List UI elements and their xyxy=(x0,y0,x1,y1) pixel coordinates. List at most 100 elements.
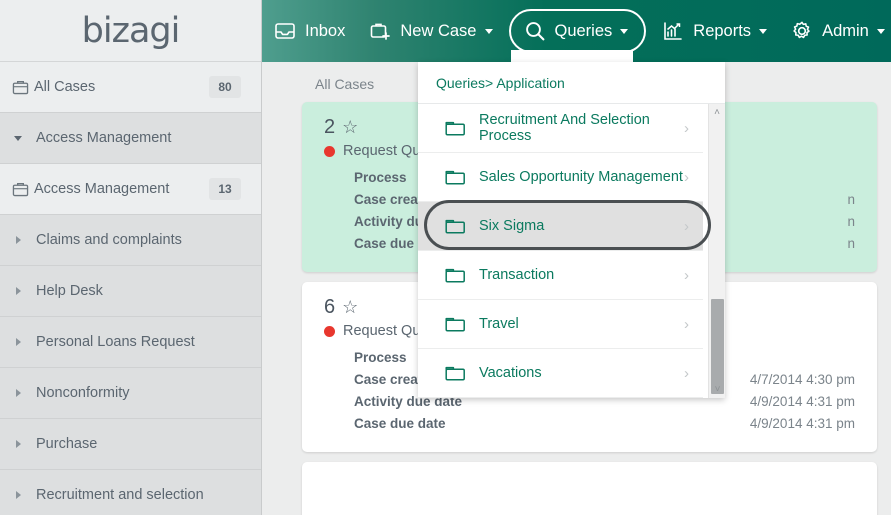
gear-icon xyxy=(791,20,813,42)
case-detail-value: 4/9/2014 4:31 pm xyxy=(749,394,855,409)
case-card[interactable] xyxy=(302,462,877,515)
status-dot-icon xyxy=(324,325,335,337)
sidebar-item-personal-loans-request[interactable]: Personal Loans Request xyxy=(0,317,261,368)
nav-item-reports[interactable]: Reports xyxy=(650,0,779,62)
sidebar-item-label: Personal Loans Request xyxy=(36,334,195,350)
case-detail-key: Case due date xyxy=(354,416,446,431)
dropdown-item-label: Vacations xyxy=(479,365,542,381)
case-detail-key: Process xyxy=(354,170,407,185)
case-detail-value: n xyxy=(847,192,855,207)
expand-arrow-icon[interactable] xyxy=(0,491,36,499)
chevron-right-icon: › xyxy=(684,266,689,284)
folder-icon xyxy=(445,119,466,137)
sidebar-item-access-management[interactable]: Access Management 13 xyxy=(0,164,261,215)
sidebar-item-count-badge: 13 xyxy=(209,178,241,200)
dropdown-item-transaction[interactable]: Transaction › xyxy=(418,251,703,300)
chevron-down-icon xyxy=(620,28,629,34)
dropdown-item-label: Recruitment And Selection Process xyxy=(479,112,650,144)
sidebar-item-label: Nonconformity xyxy=(36,385,130,401)
nav-item-inbox[interactable]: Inbox xyxy=(262,0,357,62)
sidebar-item-purchase[interactable]: Purchase xyxy=(0,419,261,470)
case-detail-key: Process xyxy=(354,350,407,365)
chevron-down-icon xyxy=(759,28,768,34)
sidebar-item-label: All Cases xyxy=(34,79,96,95)
sidebar-item-label: Recruitment and selection xyxy=(36,487,204,503)
dropdown-breadcrumb: Queries> Application xyxy=(418,62,725,104)
dropdown-item-recruitment-and-selection-process[interactable]: Recruitment And Selection Process › xyxy=(418,104,703,153)
expand-arrow-icon[interactable] xyxy=(0,236,36,244)
sidebar-item-recruitment-and-selection[interactable]: Recruitment and selection xyxy=(0,470,261,515)
scroll-down-arrow-icon[interactable]: ˅ xyxy=(709,381,725,398)
queries-dropdown-panel: Queries> Application Recruitment And Sel… xyxy=(418,62,725,398)
application-window: bizagi All Cases 80 Access Management Acces… xyxy=(0,0,891,515)
collapse-arrow-icon[interactable] xyxy=(0,135,36,141)
nav-item-inbox-label: Inbox xyxy=(305,21,346,40)
favorite-star-icon[interactable]: ☆ xyxy=(342,297,358,318)
nav-item-new-case-label: New Case xyxy=(400,21,477,40)
scrollbar-thumb[interactable] xyxy=(711,299,724,394)
case-detail-row: Case due date 4/9/2014 4:31 pm xyxy=(354,413,855,435)
new-case-icon xyxy=(369,21,391,42)
status-dot-icon xyxy=(324,145,335,157)
chevron-down-icon xyxy=(876,28,885,34)
sidebar-item-label: Claims and complaints xyxy=(36,232,182,248)
nav-item-admin[interactable]: Admin xyxy=(779,0,891,62)
dropdown-item-vacations[interactable]: Vacations › xyxy=(418,349,703,398)
case-number: 2 xyxy=(324,116,336,138)
dropdown-item-label: Transaction xyxy=(479,267,555,283)
chevron-right-icon: › xyxy=(684,168,689,186)
expand-arrow-icon[interactable] xyxy=(0,338,36,346)
brand-logo-text: bizagi xyxy=(81,10,181,51)
sidebar-item-count-badge: 80 xyxy=(209,76,241,98)
chevron-down-icon xyxy=(484,28,493,34)
chevron-right-icon: › xyxy=(684,315,689,333)
sidebar-item-label: Access Management xyxy=(34,181,170,197)
dropdown-item-sales-opportunity-management[interactable]: Sales Opportunity Management › xyxy=(418,153,703,202)
chevron-right-icon: › xyxy=(684,217,689,235)
sidebar-item-label: Purchase xyxy=(36,436,98,452)
nav-item-admin-label: Admin xyxy=(822,21,869,40)
favorite-star-icon[interactable]: ☆ xyxy=(342,117,358,138)
sidebar-item-all-cases[interactable]: All Cases 80 xyxy=(0,62,261,113)
expand-arrow-icon[interactable] xyxy=(0,287,36,295)
chevron-right-icon: › xyxy=(684,119,689,137)
case-detail-value: 4/9/2014 4:31 pm xyxy=(749,416,855,431)
search-icon xyxy=(524,20,546,42)
dropdown-scrollbar[interactable]: ˄ ˅ xyxy=(708,104,725,398)
folder-icon xyxy=(445,266,466,284)
dropdown-item-list: Recruitment And Selection Process › Sales … xyxy=(418,104,725,398)
nav-item-queries[interactable]: Queries xyxy=(508,9,647,53)
inbox-icon xyxy=(274,21,296,41)
briefcase-icon xyxy=(0,181,34,197)
sidebar-item-claims-and-complaints[interactable]: Claims and complaints xyxy=(0,215,261,266)
briefcase-icon xyxy=(0,79,34,95)
folder-icon xyxy=(445,364,466,382)
dropdown-item-six-sigma[interactable]: Six Sigma › xyxy=(418,202,703,251)
sidebar-item-help-desk[interactable]: Help Desk xyxy=(0,266,261,317)
dropdown-item-travel[interactable]: Travel › xyxy=(418,300,703,349)
dropdown-item-label: Six Sigma xyxy=(479,218,545,234)
sidebar-item-label: Help Desk xyxy=(36,283,103,299)
dropdown-item-label: Sales Opportunity Management xyxy=(479,169,683,185)
brand-logo: bizagi xyxy=(0,0,261,62)
expand-arrow-icon[interactable] xyxy=(0,440,36,448)
case-detail-value: n xyxy=(847,214,855,229)
case-detail-value: 4/7/2014 4:30 pm xyxy=(749,372,855,387)
chevron-right-icon: › xyxy=(684,364,689,382)
expand-arrow-icon[interactable] xyxy=(0,389,36,397)
nav-item-new-case[interactable]: New Case xyxy=(357,0,504,62)
sidebar-item-nonconformity[interactable]: Nonconformity xyxy=(0,368,261,419)
sidebar: bizagi All Cases 80 Access Management Acces… xyxy=(0,0,262,515)
nav-item-queries-label: Queries xyxy=(554,21,613,40)
sidebar-item-label: Access Management xyxy=(36,130,172,146)
case-detail-value: n xyxy=(847,236,855,251)
case-number: 6 xyxy=(324,296,336,318)
reports-chart-icon xyxy=(662,21,684,42)
sidebar-item-access-management[interactable]: Access Management xyxy=(0,113,261,164)
sidebar-item-list: All Cases 80 Access Management Access Manag… xyxy=(0,62,261,515)
nav-item-reports-label: Reports xyxy=(693,21,752,40)
folder-icon xyxy=(445,315,466,333)
scroll-up-arrow-icon[interactable]: ˄ xyxy=(709,104,725,121)
folder-icon xyxy=(445,217,466,235)
dropdown-item-label: Travel xyxy=(479,316,519,332)
